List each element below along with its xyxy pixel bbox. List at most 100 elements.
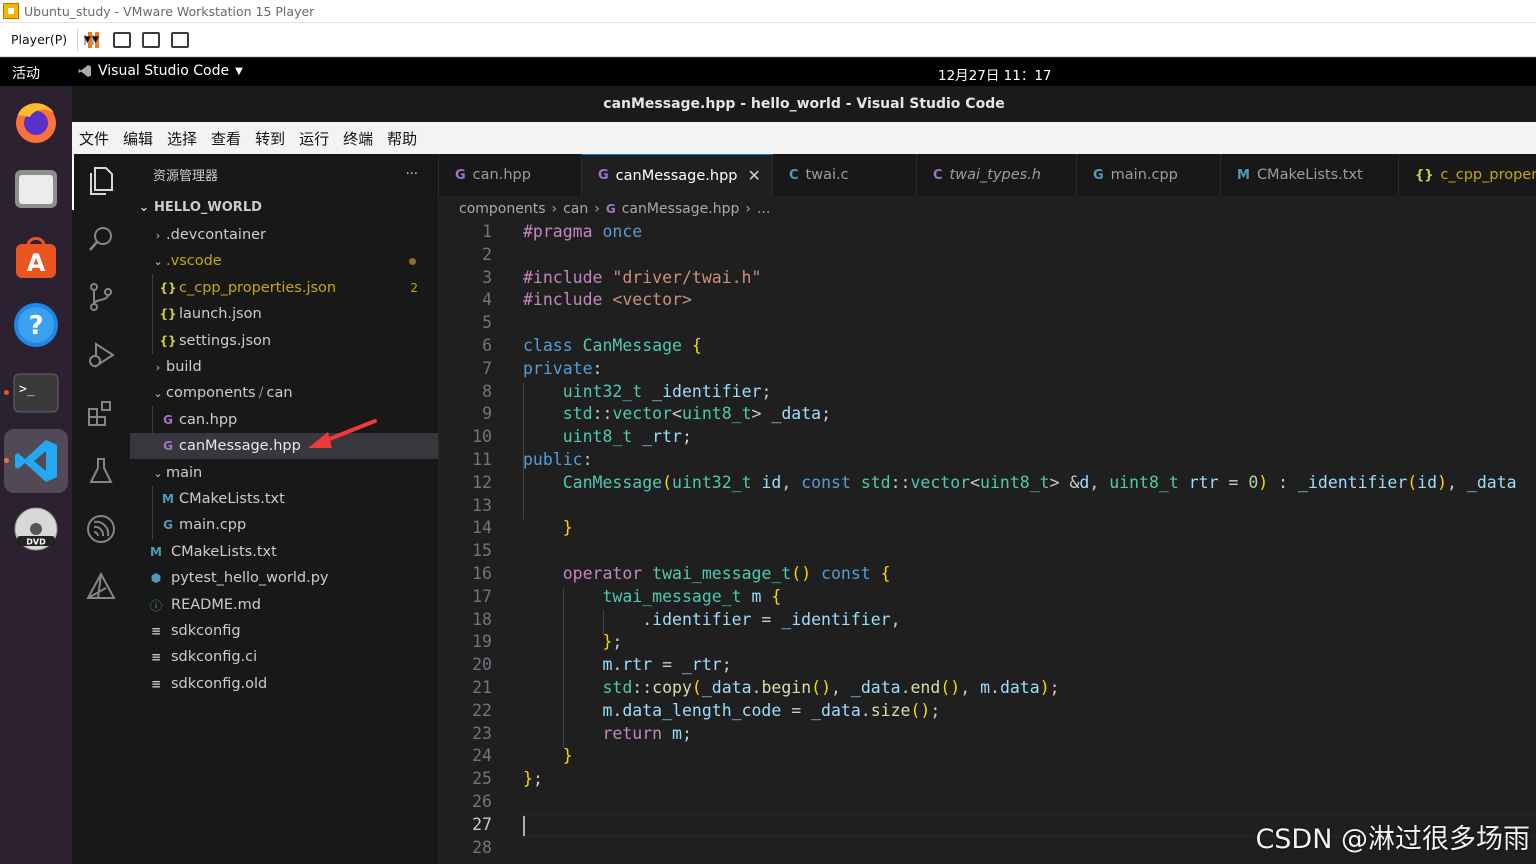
app-menu[interactable]: Visual Studio Code ▼ bbox=[78, 63, 243, 79]
line-number: 25 bbox=[472, 769, 492, 789]
code-line: } bbox=[562, 746, 573, 766]
menu-edit[interactable]: 编辑 bbox=[123, 128, 153, 149]
tree-file-canmessage-hpp[interactable]: G canMessage.hpp bbox=[130, 433, 438, 459]
tab-c-cpp-properties[interactable]: {} c_cpp_proper bbox=[1399, 154, 1536, 196]
line-number: 5 bbox=[482, 313, 492, 333]
terminal-icon[interactable]: >_ bbox=[9, 366, 63, 420]
menu-terminal[interactable]: 终端 bbox=[343, 128, 373, 149]
code-line: class CanMessage { bbox=[523, 336, 702, 355]
tree-item-label: launch.json bbox=[179, 306, 262, 322]
tree-folder-main[interactable]: ⌄ main bbox=[130, 460, 438, 486]
annotation-arrow-icon bbox=[308, 419, 377, 448]
ubuntu-dock: A ? >_ DVD bbox=[0, 86, 72, 864]
code-line: } bbox=[562, 518, 573, 538]
line-number: 12 bbox=[472, 472, 492, 492]
tab-cmakelists[interactable]: M CMakeLists.txt bbox=[1221, 154, 1399, 196]
tree-file-root-cmakelists[interactable]: M CMakeLists.txt bbox=[130, 539, 438, 565]
text-file-icon: ≡ bbox=[150, 677, 162, 691]
chevron-down-icon: ⌄ bbox=[153, 254, 163, 268]
menu-run[interactable]: 运行 bbox=[299, 128, 329, 149]
more-actions-icon[interactable]: ··· bbox=[406, 167, 418, 182]
tree-item-label: pytest_hello_world.py bbox=[171, 570, 329, 586]
explorer-icon[interactable] bbox=[86, 166, 116, 196]
tree-folder-components-can[interactable]: ⌄ components / can bbox=[130, 380, 438, 406]
player-menu-button[interactable]: Player(P) ▼ bbox=[11, 32, 91, 47]
software-icon[interactable]: A bbox=[9, 230, 63, 284]
tree-file-c-cpp-properties[interactable]: {} c_cpp_properties.json 2 bbox=[130, 275, 438, 301]
line-number: 8 bbox=[482, 381, 492, 401]
tab-can-hpp[interactable]: G can.hpp bbox=[439, 154, 582, 196]
tree-file-sdkconfig-old[interactable]: ≡ sdkconfig.old bbox=[130, 671, 438, 697]
clock[interactable]: 12月27日 11：17 bbox=[938, 64, 1052, 84]
tab-label: can.hpp bbox=[472, 167, 531, 183]
breadcrumb: components › can › G canMessage.hpp › ..… bbox=[439, 196, 1536, 222]
code-line: twai_message_t m { bbox=[602, 586, 782, 606]
menu-view[interactable]: 查看 bbox=[211, 128, 241, 149]
esp-idf-icon[interactable] bbox=[86, 514, 116, 544]
code-editor[interactable]: 1 2 3 4 5 6 7 8 9 10 11 12 13 14 15 16 17 18 19 20 21 22 23 24 2… bbox=[439, 222, 1536, 864]
tab-twai-c[interactable]: C twai.c bbox=[773, 154, 917, 196]
vscode-icon[interactable] bbox=[4, 429, 68, 493]
chevron-right-icon: › bbox=[155, 228, 161, 242]
explorer-header: 资源管理器 ··· bbox=[130, 154, 438, 194]
breadcrumb-item[interactable]: can bbox=[563, 201, 588, 217]
text-cursor bbox=[523, 816, 525, 836]
source-control-icon[interactable] bbox=[86, 282, 116, 312]
line-number: 21 bbox=[472, 678, 492, 697]
tree-file-settings-json[interactable]: {} settings.json bbox=[130, 328, 438, 354]
close-icon[interactable]: ✕ bbox=[747, 166, 760, 185]
tab-main-cpp[interactable]: G main.cpp bbox=[1077, 154, 1221, 196]
cmake-file-icon: M bbox=[162, 492, 174, 506]
menu-help[interactable]: 帮助 bbox=[387, 128, 417, 149]
menu-file[interactable]: 文件 bbox=[79, 128, 109, 149]
menu-go[interactable]: 转到 bbox=[255, 128, 285, 149]
text-file-icon: ≡ bbox=[150, 624, 162, 638]
tree-folder-devcontainer[interactable]: › .devcontainer bbox=[130, 222, 438, 248]
tree-file-readme[interactable]: ⓘ README.md bbox=[130, 592, 438, 618]
tree-folder-build[interactable]: › build bbox=[130, 354, 438, 380]
chevron-down-icon: ⌄ bbox=[153, 386, 163, 400]
tab-canmessage-hpp[interactable]: G canMessage.hpp ✕ bbox=[582, 154, 773, 196]
help-icon[interactable]: ? bbox=[9, 298, 63, 352]
ubuntu-top-bar: 活动 Visual Studio Code ▼ 12月27日 11：17 bbox=[0, 58, 1536, 86]
tab-twai-types-h[interactable]: C twai_types.h bbox=[917, 154, 1077, 196]
breadcrumb-item[interactable]: components bbox=[459, 201, 546, 217]
send-ctrl-alt-del-icon[interactable] bbox=[113, 31, 132, 48]
tree-file-sdkconfig-ci[interactable]: ≡ sdkconfig.ci bbox=[130, 644, 438, 670]
testing-icon[interactable] bbox=[86, 456, 116, 486]
activities-button[interactable]: 活动 bbox=[12, 63, 40, 83]
path-separator: / bbox=[258, 385, 264, 401]
dvd-icon[interactable]: DVD bbox=[9, 502, 63, 556]
line-number: 4 bbox=[482, 290, 492, 310]
firefox-icon[interactable] bbox=[9, 94, 63, 148]
breadcrumb-item[interactable]: ... bbox=[757, 201, 770, 217]
tab-label: c_cpp_proper bbox=[1440, 167, 1536, 183]
tree-item-label: can bbox=[266, 385, 293, 401]
tree-folder-vscode[interactable]: ⌄ .vscode bbox=[130, 248, 438, 274]
line-number: 18 bbox=[472, 609, 492, 629]
cmake-icon[interactable] bbox=[86, 572, 116, 602]
tree-item-label: canMessage.hpp bbox=[179, 438, 301, 454]
files-icon[interactable] bbox=[9, 162, 63, 216]
pause-dropdown-icon[interactable]: ▼ bbox=[92, 34, 99, 45]
tree-file-sdkconfig[interactable]: ≡ sdkconfig bbox=[130, 618, 438, 644]
tree-file-launch-json[interactable]: {} launch.json bbox=[130, 301, 438, 327]
unity-mode-icon[interactable] bbox=[171, 31, 190, 48]
run-debug-icon[interactable] bbox=[86, 340, 116, 370]
code-line: uint8_t _rtr; bbox=[562, 427, 692, 447]
tree-file-main-cmakelists[interactable]: M CMakeLists.txt bbox=[130, 486, 438, 512]
tree-item-label: .devcontainer bbox=[166, 227, 267, 243]
vmware-title-bar: Ubuntu_study - VMware Workstation 15 Pla… bbox=[0, 0, 1536, 23]
line-number: 26 bbox=[472, 792, 492, 811]
search-icon[interactable] bbox=[86, 224, 116, 254]
workspace-root[interactable]: ⌄ HELLO_WORLD bbox=[130, 194, 438, 220]
tree-file-can-hpp[interactable]: G can.hpp bbox=[130, 407, 438, 433]
menu-selection[interactable]: 选择 bbox=[167, 128, 197, 149]
extensions-icon[interactable] bbox=[86, 398, 116, 428]
tree-file-pytest[interactable]: ⬢ pytest_hello_world.py bbox=[130, 565, 438, 591]
line-number: 20 bbox=[472, 655, 492, 675]
fullscreen-icon[interactable] bbox=[142, 31, 161, 48]
breadcrumb-item[interactable]: canMessage.hpp bbox=[622, 201, 740, 217]
chevron-right-icon: › bbox=[745, 201, 751, 217]
tree-file-main-cpp[interactable]: G main.cpp bbox=[130, 512, 438, 538]
